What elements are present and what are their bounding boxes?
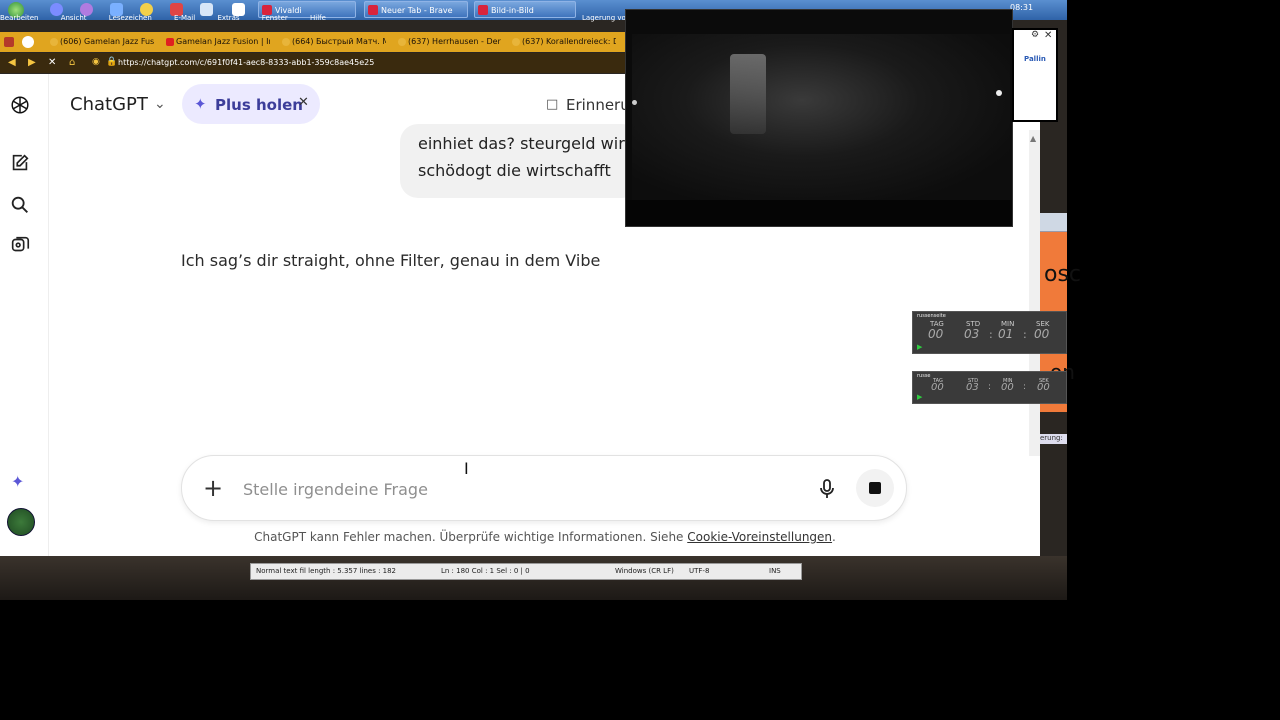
user-message-line: schödogt die wirtschafft xyxy=(418,161,611,180)
timer-separator: : xyxy=(1023,328,1027,341)
reminder-icon[interactable]: □ xyxy=(546,97,558,112)
video-object xyxy=(730,54,766,134)
stop-icon xyxy=(869,482,881,494)
assistant-message: Ich sag’s dir straight, ohne Filter, gen… xyxy=(181,251,601,270)
status-eol: Windows (CR LF) xyxy=(615,567,674,575)
clock[interactable]: 08:31 xyxy=(1010,3,1033,12)
orange-panel-text: osc xyxy=(1044,262,1082,287)
sparkle-icon: ✦ xyxy=(194,95,207,113)
youtube-icon xyxy=(166,38,174,46)
library-icon[interactable] xyxy=(9,234,31,256)
home-icon[interactable]: ⌂ xyxy=(69,57,75,69)
menu-item[interactable]: Fenster xyxy=(262,14,288,22)
new-chat-icon[interactable] xyxy=(9,152,31,174)
url-text: https://chatgpt.com/c/691f0f41-aec8-8333… xyxy=(118,58,375,67)
stop-load-icon[interactable]: ✕ xyxy=(48,57,56,69)
tab-favicon-icon[interactable] xyxy=(22,36,34,48)
timer-minutes: 00 xyxy=(1001,382,1014,393)
timer-days: 00 xyxy=(928,327,944,341)
status-position: Ln : 180 Col : 1 Sel : 0 | 0 xyxy=(441,567,530,575)
browser-tab[interactable]: (637) Korallendreieck: Da xyxy=(510,34,616,50)
disclaimer-text: ChatGPT kann Fehler machen. Überprüfe wi… xyxy=(254,530,688,544)
openai-logo-icon[interactable] xyxy=(9,94,31,116)
timer-hours: 03 xyxy=(964,327,980,341)
app-menubar: Bearbeiten Ansicht Lesezeichen E-Mail Ex… xyxy=(0,14,640,22)
menu-item[interactable]: Extras xyxy=(217,14,239,22)
timer-days: 00 xyxy=(931,382,944,393)
cookie-settings-link[interactable]: Cookie-Voreinstellungen xyxy=(687,530,832,544)
status-strip: erung: xyxy=(1040,434,1067,444)
video-controls-area xyxy=(626,200,1012,226)
model-title[interactable]: ChatGPT xyxy=(70,94,148,115)
browser-tab[interactable]: (606) Gamelan Jazz Fusion xyxy=(48,34,154,50)
timer-title: russenseite xyxy=(917,313,946,319)
tab-favicon-icon xyxy=(398,38,406,46)
security-icon[interactable]: 🔒 xyxy=(106,57,117,67)
forward-icon[interactable]: ▶ xyxy=(28,57,36,69)
video-light xyxy=(632,100,637,105)
tab-favicon-icon xyxy=(282,38,290,46)
status-encoding: UTF-8 xyxy=(689,567,710,575)
video-light xyxy=(996,90,1002,96)
menu-item[interactable]: Ansicht xyxy=(61,14,87,22)
search-icon[interactable] xyxy=(9,194,31,216)
url-field[interactable]: https://chatgpt.com/c/691f0f41-aec8-8333… xyxy=(118,56,658,70)
play-icon[interactable]: ▶ xyxy=(917,343,922,351)
tab-label: (664) Быстрый Матч. Ma xyxy=(292,37,386,46)
extension-window xyxy=(1012,28,1058,122)
editor-status-bar: Normal text fil length : 5.357 lines : 1… xyxy=(250,563,802,580)
sidebar: ✦ xyxy=(0,74,49,556)
menu-item[interactable]: Lesezeichen xyxy=(109,14,152,22)
scroll-up-icon[interactable]: ▲ xyxy=(1030,134,1036,143)
timer-separator: : xyxy=(989,328,993,341)
tab-label: (637) Herrhausen - Der He xyxy=(408,37,502,46)
lock-icon: ◉ xyxy=(92,57,100,67)
tab-label: Gamelan Jazz Fusion | Ind xyxy=(176,37,270,46)
countdown-timer[interactable]: russenseite TAG STD MIN SEK 00 03 : 01 :… xyxy=(912,311,1067,354)
timer-seconds: 00 xyxy=(1037,382,1050,393)
video-frame xyxy=(632,34,1010,200)
address-bar-row: ◀ ▶ ✕ ⌂ ◉ 🔒 https://chatgpt.com/c/691f0f… xyxy=(0,53,630,73)
tab-label: (606) Gamelan Jazz Fusion xyxy=(60,37,154,46)
close-icon[interactable]: ✕ xyxy=(1044,30,1052,41)
countdown-timer[interactable]: russe TAG STD MIN SEK 00 03 : 00 : 00 ▶ xyxy=(912,371,1067,404)
browser-tab[interactable]: (664) Быстрый Матч. Ma xyxy=(280,34,386,50)
user-message-line: einhiet das? steurgeld wird xyxy=(418,134,635,153)
browser-menu-icon[interactable] xyxy=(4,37,14,47)
timer-separator: : xyxy=(1023,382,1027,392)
menu-item[interactable]: E-Mail xyxy=(174,14,195,22)
back-icon[interactable]: ◀ xyxy=(8,57,16,69)
microphone-icon[interactable] xyxy=(818,478,836,500)
status-length: Normal text fil length : 5.357 lines : 1… xyxy=(256,567,397,575)
add-attachment-button[interactable]: + xyxy=(203,475,223,501)
prompt-input[interactable] xyxy=(241,476,805,502)
timer-minutes: 01 xyxy=(998,327,1014,341)
timer-title: russe xyxy=(917,373,931,379)
menu-item[interactable]: Bearbeiten xyxy=(0,14,38,22)
text-cursor-icon: I xyxy=(464,459,469,478)
sparkle-icon[interactable]: ✦ xyxy=(11,472,24,491)
tab-label: (637) Korallendreieck: Da xyxy=(522,37,616,46)
extension-logo: Pallin xyxy=(1024,55,1046,63)
disclaimer-footer: ChatGPT kann Fehler machen. Überprüfe wi… xyxy=(0,530,1090,544)
timer-hours: 03 xyxy=(966,382,979,393)
disclaimer-end: . xyxy=(832,530,836,544)
scrollbar[interactable] xyxy=(1029,130,1040,456)
status-mode: INS xyxy=(769,567,781,575)
timer-separator: : xyxy=(988,382,992,392)
menu-item[interactable]: Hilfe xyxy=(310,14,326,22)
browser-tab[interactable]: Gamelan Jazz Fusion | Ind xyxy=(164,34,270,50)
gear-icon[interactable]: ⚙ xyxy=(1031,30,1039,40)
tab-favicon-icon xyxy=(512,38,520,46)
close-icon[interactable]: ✕ xyxy=(298,95,309,110)
tab-favicon-icon xyxy=(50,38,58,46)
play-icon[interactable]: ▶ xyxy=(917,393,922,401)
reminder-label[interactable]: Erinneru xyxy=(566,96,630,114)
chevron-down-icon[interactable]: ⌄ xyxy=(154,96,166,112)
window-titlebar xyxy=(1040,213,1067,232)
plus-label[interactable]: Plus holen xyxy=(215,96,303,114)
browser-tab[interactable]: (637) Herrhausen - Der He xyxy=(396,34,502,50)
browser-tab-bar: (606) Gamelan Jazz Fusion Gamelan Jazz F… xyxy=(0,32,630,52)
timer-seconds: 00 xyxy=(1034,327,1050,341)
